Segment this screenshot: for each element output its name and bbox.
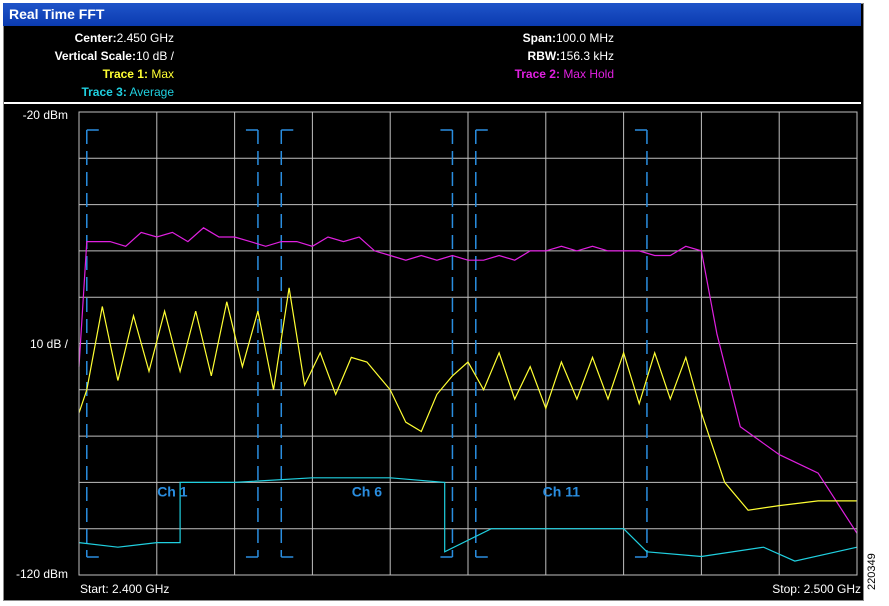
x-stop-label: Stop: 2.500 GHz (772, 582, 861, 596)
x-start-label: Start: 2.400 GHz (80, 582, 169, 596)
y-scale-label: 10 dB / (30, 337, 69, 351)
figure-number: 220349 (866, 553, 878, 590)
y-bottom-label: -120 dBm (16, 567, 68, 581)
channel-label: Ch 6 (352, 484, 383, 500)
channel-label: Ch 11 (543, 484, 581, 500)
channel-label: Ch 1 (157, 484, 188, 500)
y-top-label: -20 dBm (23, 108, 68, 122)
spectrum-plot: Ch 1 Ch 6 Ch 11 -20 dBm 10 dB / -120 dBm S… (16, 108, 861, 596)
plot-grid (79, 112, 857, 575)
